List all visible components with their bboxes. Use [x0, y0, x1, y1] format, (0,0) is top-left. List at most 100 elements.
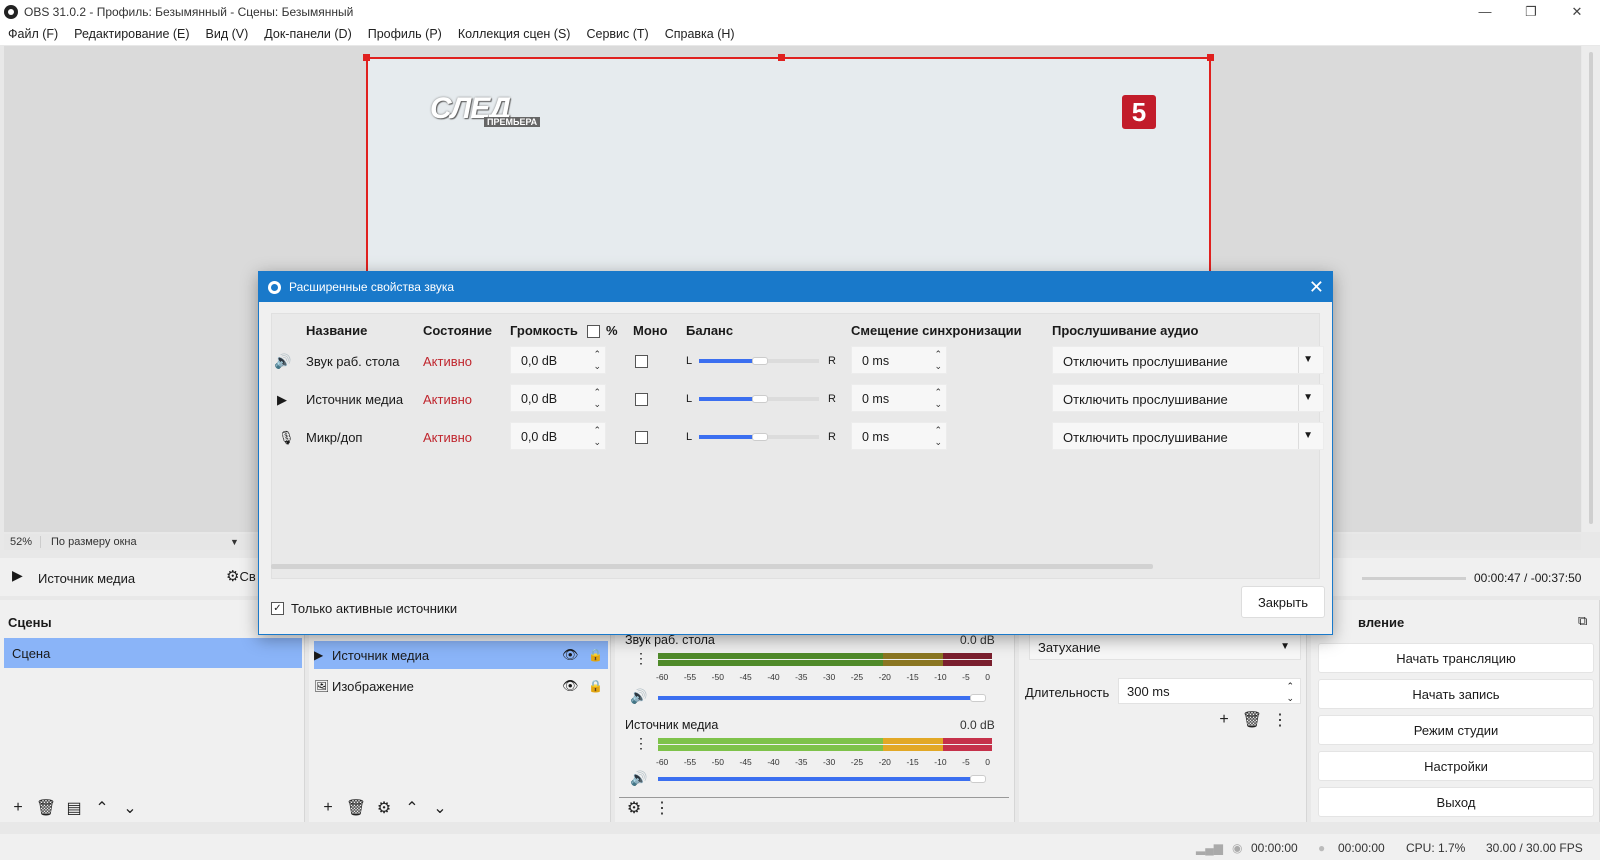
minimize-button[interactable]: —: [1462, 0, 1508, 23]
cpu-usage: CPU: 1.7%: [1406, 841, 1466, 855]
undock-icon[interactable]: ⧉: [1578, 613, 1587, 629]
media-seek-slider[interactable]: [1362, 577, 1466, 580]
header-audio-monitoring: Прослушивание аудио: [1052, 323, 1199, 338]
source-name: Источник медиа: [332, 647, 430, 663]
resize-handle[interactable]: [363, 54, 370, 61]
stepper-icon[interactable]: ⌃ ⌄: [934, 424, 942, 448]
resize-handle[interactable]: [778, 54, 785, 61]
balance-slider-knob[interactable]: [752, 395, 768, 403]
settings-button[interactable]: Настройки: [1318, 751, 1594, 781]
balance-slider-knob[interactable]: [752, 357, 768, 365]
trash-icon[interactable]: 🗑: [1238, 710, 1266, 730]
add-icon[interactable]: +: [314, 799, 342, 817]
chevron-up-icon[interactable]: ⌃: [88, 798, 116, 818]
trash-icon[interactable]: 🗑: [342, 798, 370, 818]
stepper-icon[interactable]: ⌃ ⌄: [1286, 680, 1294, 704]
lock-icon[interactable]: 🔒: [588, 648, 608, 662]
transition-type-select[interactable]: Затухание ▼: [1029, 634, 1301, 660]
stepper-icon[interactable]: ⌃ ⌄: [593, 424, 601, 448]
zoom-mode-select[interactable]: По размеру окна: [40, 536, 230, 548]
dialog-close-button[interactable]: Закрыть: [1241, 586, 1325, 618]
mono-checkbox[interactable]: [635, 355, 648, 368]
percent-toggle-checkbox[interactable]: [587, 325, 600, 338]
gear-icon[interactable]: ⚙Св: [226, 567, 256, 585]
balance-right-label: R: [828, 393, 836, 405]
transition-duration-field[interactable]: 300 ms ⌃ ⌄: [1118, 678, 1301, 704]
eye-icon[interactable]: 👁: [562, 647, 588, 663]
studio-mode-button[interactable]: Режим студии: [1318, 715, 1594, 745]
maximize-button[interactable]: ❐: [1508, 0, 1554, 23]
menu-profile[interactable]: Профиль (P): [368, 27, 442, 41]
add-icon[interactable]: +: [1210, 711, 1238, 729]
more-vertical-icon[interactable]: ⋮: [648, 798, 676, 818]
close-icon[interactable]: ✕: [1309, 277, 1324, 298]
volume-field[interactable]: 0,0 dB ⌃ ⌄: [510, 346, 606, 374]
trash-icon[interactable]: 🗑: [32, 798, 60, 818]
chevron-down-icon[interactable]: ▼: [230, 537, 239, 547]
controls-title: вление: [1358, 615, 1405, 630]
audio-source-name: Микр/доп: [306, 430, 363, 445]
volume-slider-knob[interactable]: [970, 694, 986, 702]
menu-tools[interactable]: Сервис (T): [586, 27, 648, 41]
mono-checkbox[interactable]: [635, 431, 648, 444]
mixer-channel-name: Источник медиа: [625, 718, 719, 732]
menu-edit[interactable]: Редактирование (E): [74, 27, 189, 41]
volume-field[interactable]: 0,0 dB ⌃ ⌄: [510, 384, 606, 412]
advanced-audio-gear-icon[interactable]: ⚙: [620, 798, 648, 818]
checkbox-checked-icon[interactable]: ✓: [271, 602, 284, 615]
stepper-icon[interactable]: ⌃ ⌄: [934, 386, 942, 410]
more-vertical-icon[interactable]: ⋮: [634, 650, 648, 667]
menu-docks[interactable]: Док-панели (D): [264, 27, 351, 41]
chevron-up-icon[interactable]: ⌃: [398, 798, 426, 818]
menu-file[interactable]: Файл (F): [8, 27, 58, 41]
speaker-icon[interactable]: 🔊: [630, 770, 647, 787]
volume-slider[interactable]: [658, 696, 976, 700]
preview-scrollbar[interactable]: [1582, 46, 1600, 532]
table-horizontal-scrollbar[interactable]: [271, 564, 1153, 569]
more-vertical-icon[interactable]: ⋮: [1266, 710, 1294, 730]
volume-slider-knob[interactable]: [970, 775, 986, 783]
scenes-title: Сцены: [8, 615, 52, 630]
volume-slider[interactable]: [658, 777, 976, 781]
menu-scene-collection[interactable]: Коллекция сцен (S): [458, 27, 571, 41]
gear-icon[interactable]: ⚙: [370, 798, 398, 818]
audio-source-name: Звук раб. стола: [306, 354, 400, 369]
stepper-icon[interactable]: ⌃ ⌄: [593, 348, 601, 372]
stepper-icon[interactable]: ⌃ ⌄: [593, 386, 601, 410]
volume-field[interactable]: 0,0 dB ⌃ ⌄: [510, 422, 606, 450]
chevron-down-icon[interactable]: ⌄: [116, 798, 144, 818]
stepper-icon[interactable]: ⌃ ⌄: [934, 348, 942, 372]
start-recording-button[interactable]: Начать запись: [1318, 679, 1594, 709]
eye-icon[interactable]: 👁: [562, 678, 588, 694]
menu-help[interactable]: Справка (H): [665, 27, 735, 41]
lock-icon[interactable]: 🔒: [588, 679, 608, 693]
menu-view[interactable]: Вид (V): [206, 27, 249, 41]
add-icon[interactable]: +: [4, 799, 32, 817]
volume-meter: [658, 653, 992, 669]
monitoring-select[interactable]: Отключить прослушивание ▼: [1052, 422, 1324, 450]
sync-offset-field[interactable]: 0 ms ⌃ ⌄: [851, 384, 947, 412]
start-streaming-button[interactable]: Начать трансляцию: [1318, 643, 1594, 673]
obs-logo-icon: [268, 280, 281, 294]
balance-slider-knob[interactable]: [752, 433, 768, 441]
header-mono: Моно: [633, 323, 668, 338]
play-icon[interactable]: ▶: [12, 567, 23, 584]
exit-button[interactable]: Выход: [1318, 787, 1594, 817]
monitoring-select[interactable]: Отключить прослушивание ▼: [1052, 384, 1324, 412]
scene-item[interactable]: Сцена: [4, 638, 302, 668]
more-vertical-icon[interactable]: ⋮: [634, 735, 648, 752]
source-item[interactable]: ▶ Источник медиа 👁 🔒: [314, 641, 608, 669]
sync-offset-field[interactable]: 0 ms ⌃ ⌄: [851, 422, 947, 450]
source-item[interactable]: 🖼 Изображение 👁 🔒: [314, 672, 608, 700]
resize-handle[interactable]: [1207, 54, 1214, 61]
close-window-button[interactable]: ✕: [1554, 0, 1600, 23]
divider: [619, 797, 1009, 798]
filter-icon[interactable]: ▤: [60, 798, 88, 818]
speaker-icon[interactable]: 🔊: [630, 688, 647, 705]
balance-left-label: L: [686, 393, 693, 405]
sync-offset-field[interactable]: 0 ms ⌃ ⌄: [851, 346, 947, 374]
mono-checkbox[interactable]: [635, 393, 648, 406]
only-active-checkbox[interactable]: ✓ Только активные источники: [271, 601, 457, 616]
monitoring-select[interactable]: Отключить прослушивание ▼: [1052, 346, 1324, 374]
chevron-down-icon[interactable]: ⌄: [426, 798, 454, 818]
